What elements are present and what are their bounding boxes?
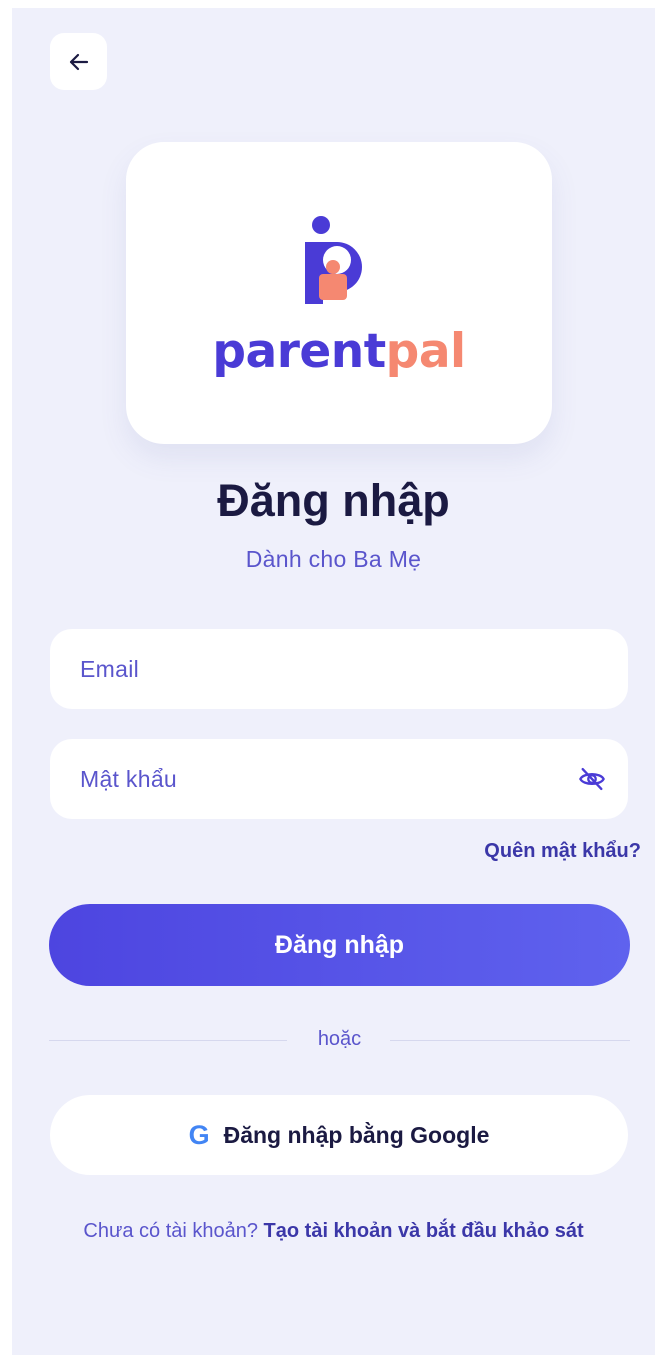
or-divider: hoặc bbox=[49, 1025, 630, 1055]
signup-prompt: Chưa có tài khoản? Tạo tài khoản và bắt … bbox=[52, 1215, 615, 1247]
parentpal-logo-icon bbox=[305, 216, 362, 304]
arrow-left-icon bbox=[69, 53, 88, 70]
logo-card: parentpal bbox=[126, 142, 552, 444]
password-field bbox=[50, 739, 628, 819]
brand-name-part1: parent bbox=[212, 324, 386, 379]
email-field bbox=[50, 629, 628, 709]
brand-name-part2: pal bbox=[385, 324, 466, 379]
divider-line-right bbox=[390, 1040, 630, 1041]
back-button[interactable] bbox=[50, 33, 107, 90]
google-icon: G bbox=[188, 1119, 210, 1150]
signup-link[interactable]: Tạo tài khoản và bắt đầu khảo sát bbox=[264, 1220, 584, 1242]
signup-prompt-text: Chưa có tài khoản? bbox=[83, 1220, 258, 1242]
login-button[interactable]: Đăng nhập bbox=[49, 904, 630, 986]
brand-name: parentpal bbox=[126, 328, 552, 375]
google-login-button[interactable]: G Đăng nhập bằng Google bbox=[50, 1095, 628, 1175]
eye-off-icon[interactable] bbox=[578, 765, 606, 793]
page-title: Đăng nhập bbox=[217, 475, 450, 526]
login-screen: parentpal Đăng nhập Dành cho Ba Mẹ Quên … bbox=[12, 8, 655, 1355]
google-login-label: Đăng nhập bằng Google bbox=[223, 1121, 490, 1148]
forgot-password-link[interactable]: Quên mật khẩu? bbox=[484, 840, 641, 863]
email-input[interactable] bbox=[80, 629, 550, 709]
password-input[interactable] bbox=[80, 739, 550, 819]
page-subtitle: Dành cho Ba Mẹ bbox=[245, 546, 422, 572]
